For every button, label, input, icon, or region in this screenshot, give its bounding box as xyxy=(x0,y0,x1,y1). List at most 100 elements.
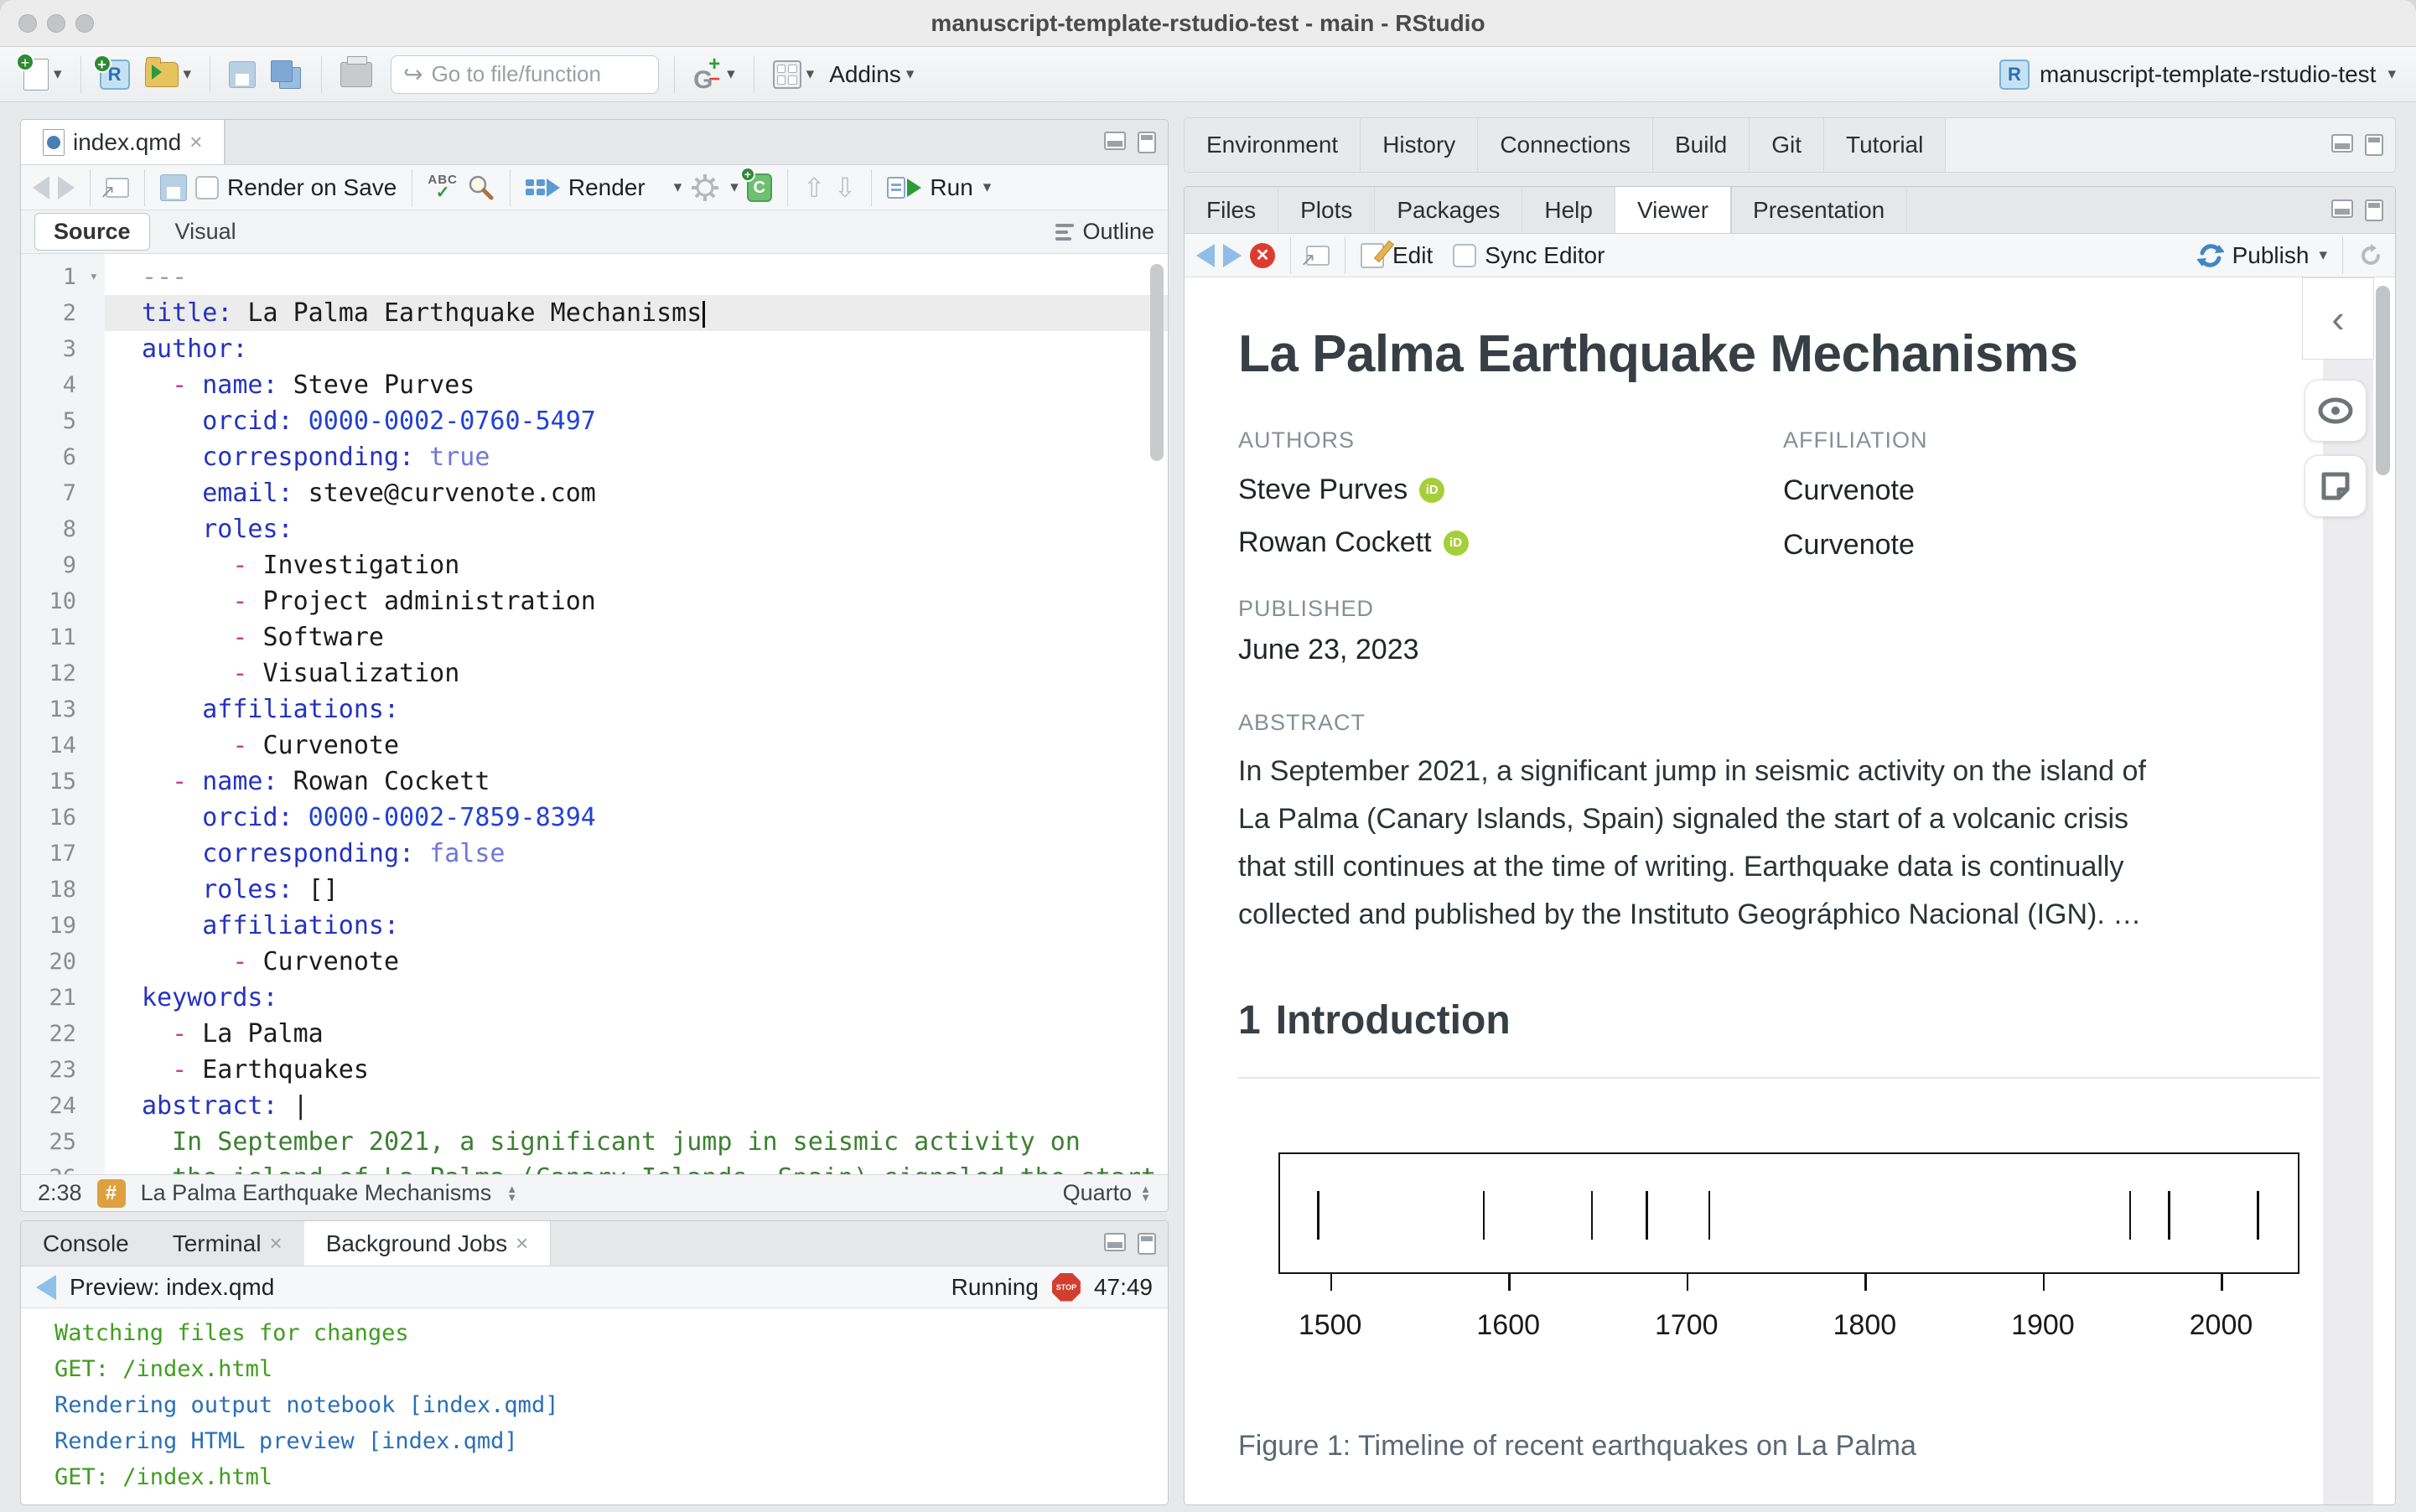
code-line[interactable]: roles: [] xyxy=(105,872,1168,908)
visual-mode-button[interactable]: Visual xyxy=(157,214,255,250)
goto-file-function-input[interactable]: ↪ Go to file/function xyxy=(391,55,659,94)
annotation-button[interactable] xyxy=(2305,455,2367,517)
code-line[interactable]: orcid: 0000-0002-0760-5497 xyxy=(105,403,1168,439)
maximize-pane-icon[interactable] xyxy=(1138,1233,1156,1255)
new-project-button[interactable]: R+ xyxy=(96,56,133,93)
forward-icon[interactable] xyxy=(1223,244,1242,267)
code-line[interactable]: corresponding: false xyxy=(105,836,1168,872)
close-icon[interactable]: × xyxy=(516,1230,528,1256)
code-line[interactable]: - La Palma xyxy=(105,1016,1168,1052)
minimize-pane-icon[interactable] xyxy=(2331,134,2353,153)
project-selector[interactable]: R manuscript-template-rstudio-test ▾ xyxy=(1999,60,2396,90)
code-line[interactable]: --- xyxy=(105,259,1168,295)
code-lines[interactable]: ---title: La Palma Earthquake Mechanisms… xyxy=(105,254,1168,1174)
code-line[interactable]: affiliations: xyxy=(105,908,1168,944)
close-icon[interactable]: × xyxy=(189,129,202,155)
go-to-previous-section-icon[interactable]: ⇧ xyxy=(803,172,826,204)
orcid-icon[interactable]: iD xyxy=(1419,478,1444,503)
sync-editor-checkbox[interactable] xyxy=(1453,244,1476,267)
open-in-new-window-icon[interactable] xyxy=(106,178,129,198)
code-line[interactable]: - Visualization xyxy=(105,655,1168,691)
tab-git[interactable]: Git xyxy=(1750,118,1824,172)
publish-button[interactable]: Publish xyxy=(2232,242,2310,269)
panes-layout-button[interactable]: ▾ xyxy=(770,57,818,92)
edit-icon[interactable] xyxy=(1361,243,1384,268)
maximize-pane-icon[interactable] xyxy=(2365,134,2383,156)
search-icon[interactable] xyxy=(466,173,495,202)
save-button[interactable] xyxy=(226,58,259,91)
viewer-scrollbar[interactable] xyxy=(2376,286,2390,475)
code-line[interactable]: - Curvenote xyxy=(105,728,1168,764)
insert-chunk-icon[interactable]: C+ xyxy=(747,173,772,202)
code-line[interactable]: affiliations: xyxy=(105,691,1168,728)
chevron-down-icon[interactable]: ▾ xyxy=(674,178,682,197)
outline-toggle[interactable]: Outline xyxy=(1055,219,1154,245)
minimize-pane-icon[interactable] xyxy=(1104,132,1126,150)
code-line[interactable]: - name: Steve Purves xyxy=(105,367,1168,403)
code-line[interactable]: - Investigation xyxy=(105,547,1168,583)
refresh-icon[interactable] xyxy=(2358,243,2383,268)
code-line[interactable]: corresponding: true xyxy=(105,439,1168,475)
tab-environment[interactable]: Environment xyxy=(1185,118,1361,172)
tab-history[interactable]: History xyxy=(1361,118,1478,172)
tab-files[interactable]: Files xyxy=(1185,187,1278,233)
clear-viewer-icon[interactable]: ✕ xyxy=(1250,243,1275,268)
code-line[interactable]: - Software xyxy=(105,619,1168,655)
save-all-button[interactable] xyxy=(267,57,306,92)
collapse-toc-button[interactable]: ‹ xyxy=(2302,277,2374,360)
save-icon[interactable] xyxy=(160,174,187,201)
code-line[interactable]: - Project administration xyxy=(105,583,1168,619)
stop-icon[interactable]: STOP xyxy=(1052,1273,1081,1302)
code-line[interactable]: the island of La Palma (Canary Islands, … xyxy=(105,1160,1168,1174)
tab-connections[interactable]: Connections xyxy=(1478,118,1653,172)
code-line[interactable]: - name: Rowan Cockett xyxy=(105,764,1168,800)
code-line[interactable]: roles: xyxy=(105,511,1168,547)
zoom-window-button[interactable] xyxy=(75,14,94,33)
code-line[interactable]: email: steve@curvenote.com xyxy=(105,475,1168,511)
code-editor[interactable]: 1▾23456789101112131415161718192021222324… xyxy=(21,254,1168,1174)
chevron-down-icon[interactable]: ▾ xyxy=(2319,246,2327,265)
maximize-pane-icon[interactable] xyxy=(2365,199,2383,221)
job-output[interactable]: Watching files for changesGET: /index.ht… xyxy=(21,1308,1168,1504)
addins-button[interactable]: Addins ▾ xyxy=(826,58,917,91)
source-mode-button[interactable]: Source xyxy=(34,213,150,251)
minimize-pane-icon[interactable] xyxy=(1104,1233,1126,1251)
open-file-button[interactable]: ▾ xyxy=(142,59,195,91)
code-line[interactable]: keywords: xyxy=(105,980,1168,1016)
tab-viewer[interactable]: Viewer xyxy=(1615,187,1731,233)
viewer-document[interactable]: La Palma Earthquake Mechanisms AUTHORS S… xyxy=(1185,277,2395,1504)
new-file-button[interactable]: + ▾ xyxy=(20,55,65,94)
forward-icon[interactable] xyxy=(58,176,75,199)
close-icon[interactable]: × xyxy=(270,1230,283,1256)
version-control-button[interactable]: +−G ▾ xyxy=(690,53,739,96)
chevron-down-icon[interactable]: ▾ xyxy=(730,178,739,197)
visibility-button[interactable] xyxy=(2305,380,2367,442)
run-button[interactable]: Run xyxy=(930,174,972,201)
render-button[interactable]: Render xyxy=(568,174,645,201)
maximize-pane-icon[interactable] xyxy=(1138,132,1156,153)
tab-packages[interactable]: Packages xyxy=(1375,187,1522,233)
gear-icon[interactable] xyxy=(690,173,720,203)
tab-plots[interactable]: Plots xyxy=(1278,187,1375,233)
minimize-window-button[interactable] xyxy=(47,14,65,33)
tab-presentation[interactable]: Presentation xyxy=(1731,187,1907,233)
tab-build[interactable]: Build xyxy=(1653,118,1750,172)
code-line[interactable]: In September 2021, a significant jump in… xyxy=(105,1124,1168,1160)
spellcheck-icon[interactable]: ABC✓ xyxy=(428,173,458,201)
go-to-next-section-icon[interactable]: ⇩ xyxy=(834,172,857,204)
code-line[interactable]: author: xyxy=(105,331,1168,367)
chevron-down-icon[interactable]: ▾ xyxy=(983,178,992,197)
back-icon[interactable] xyxy=(36,1275,56,1300)
fold-toggle-icon[interactable]: ▾ xyxy=(90,259,98,295)
code-line[interactable]: - Curvenote xyxy=(105,944,1168,980)
code-line[interactable]: orcid: 0000-0002-7859-8394 xyxy=(105,800,1168,836)
tab-index-qmd[interactable]: index.qmd × xyxy=(21,120,225,164)
file-type-selector[interactable]: Quarto xyxy=(1063,1180,1133,1206)
open-in-new-window-icon[interactable] xyxy=(1306,246,1330,266)
tab-help[interactable]: Help xyxy=(1522,187,1615,233)
back-icon[interactable] xyxy=(33,176,49,199)
tab-background-jobs[interactable]: Background Jobs × xyxy=(304,1221,551,1266)
code-line[interactable]: abstract: | xyxy=(105,1088,1168,1124)
editor-scrollbar[interactable] xyxy=(1150,264,1164,461)
tab-terminal[interactable]: Terminal × xyxy=(151,1221,304,1266)
